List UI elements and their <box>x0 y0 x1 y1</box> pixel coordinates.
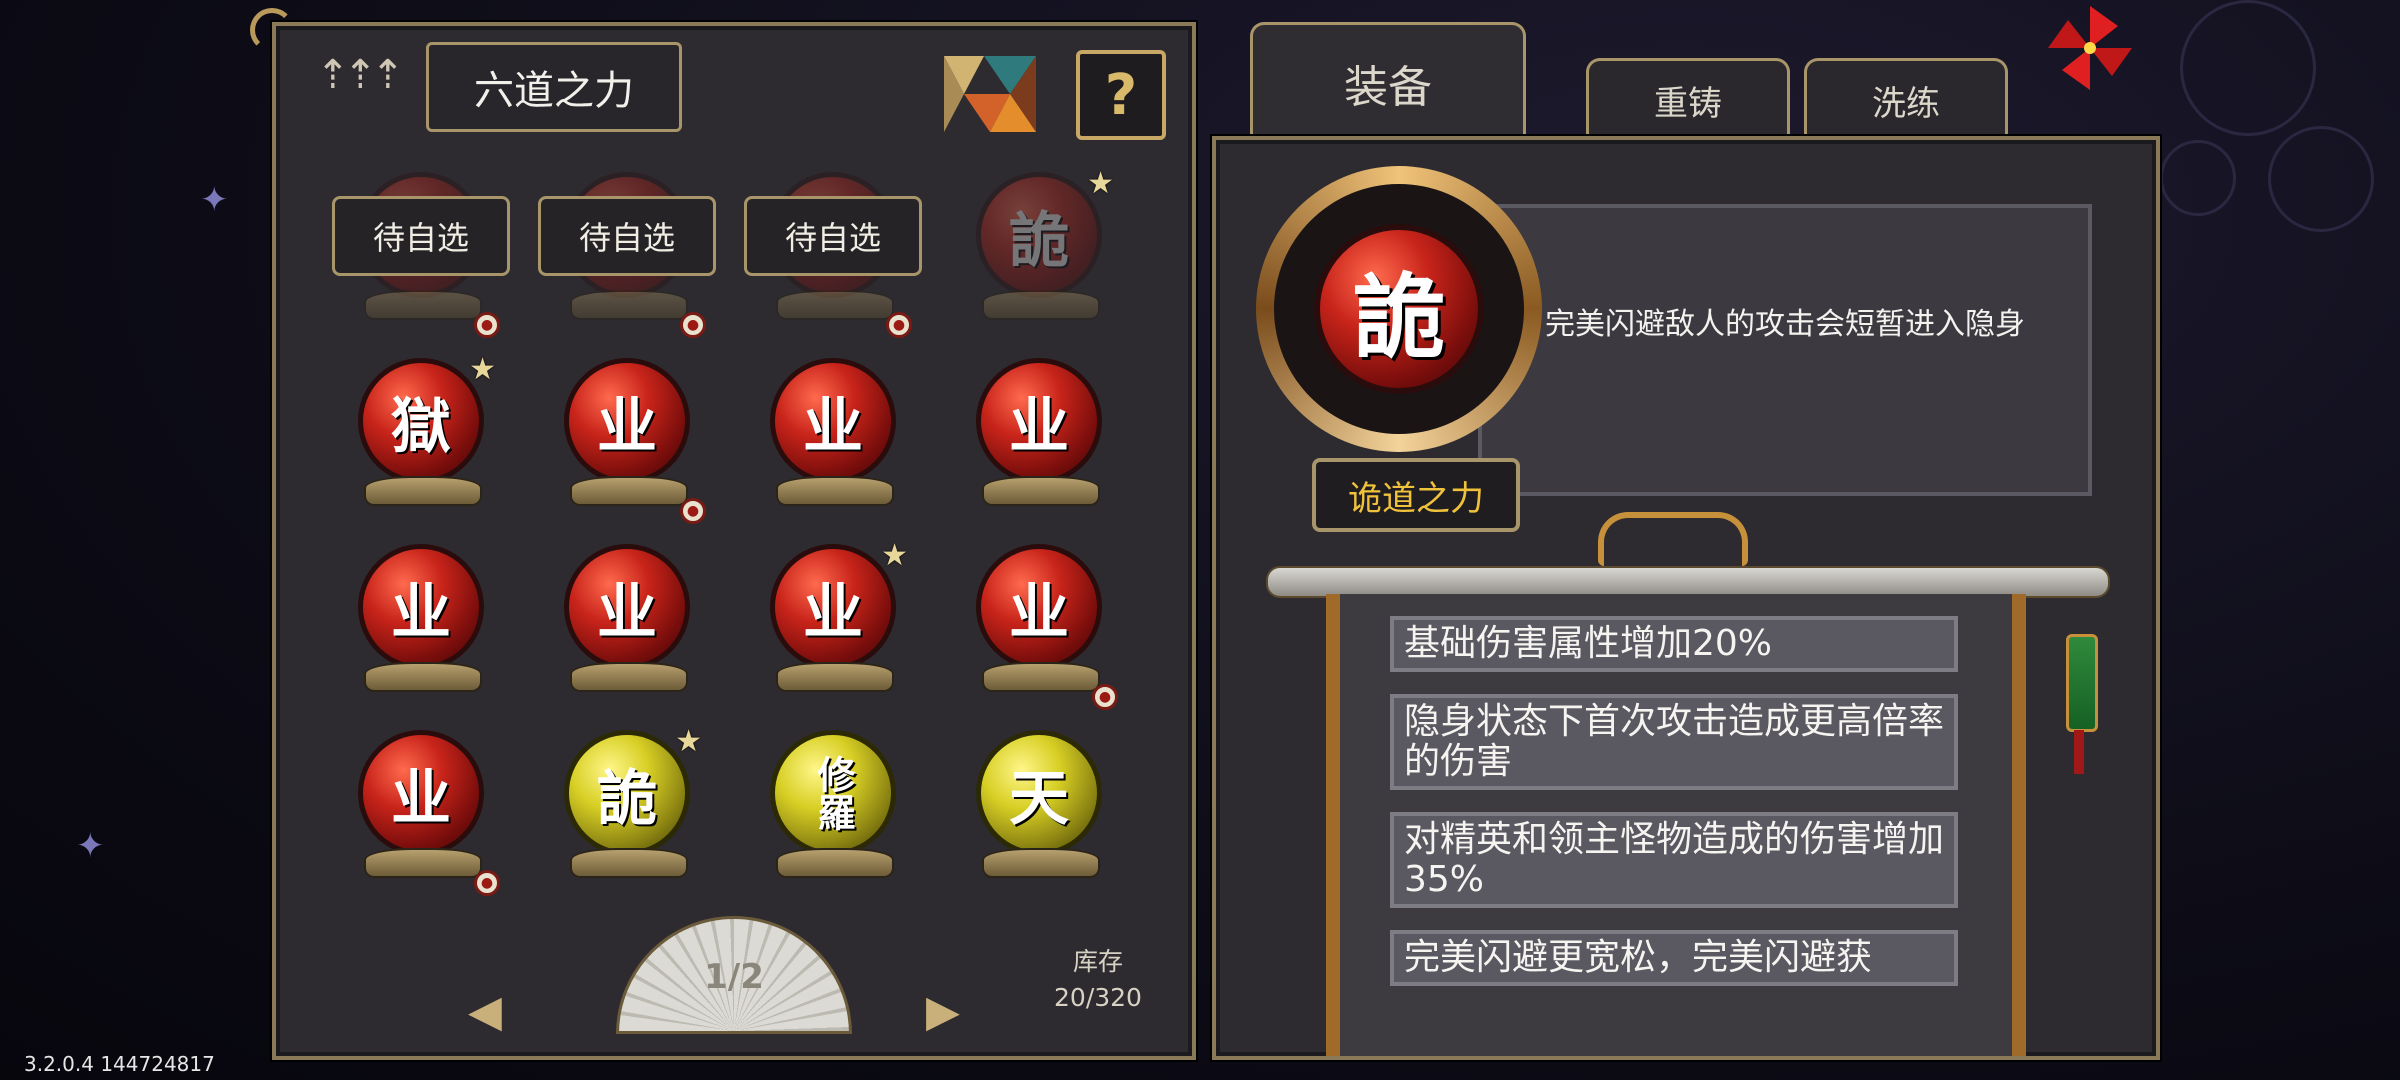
power-slot[interactable]: 待自选 ● <box>332 172 510 342</box>
power-slot[interactable]: 詭 ★ <box>954 166 1124 342</box>
stock-value: 20/320 <box>1054 983 1142 1012</box>
background-ring <box>2160 140 2236 216</box>
orb-stand <box>364 848 482 878</box>
selected-orb-glyph: 詭 <box>1314 224 1484 394</box>
attribute-scroll[interactable]: 基础伤害属性增加20% 隐身状态下首次攻击造成更高倍率的伤害 对精英和领主怪物造… <box>1326 594 2026 1056</box>
orb-glyph: 业 <box>358 730 484 856</box>
stock-label: 库存 <box>1072 947 1123 976</box>
background-ring <box>2180 0 2316 136</box>
orb-glyph: 业 <box>976 544 1102 670</box>
power-slot[interactable]: 业 <box>748 358 918 528</box>
ornament-corner <box>250 8 294 52</box>
orb-stand <box>982 662 1100 692</box>
orb-stand <box>364 290 482 320</box>
star-icon: ★ <box>469 352 496 387</box>
prev-page-arrow[interactable]: ◀ <box>468 986 502 1037</box>
jade-tassel <box>2066 634 2098 732</box>
orb-glyph: 詭 <box>976 172 1102 298</box>
six-paths-panel: ⇡⇡⇡ 六道之力 ? ◀ 1/2 ▶ 库存 20/320 待自选 ● 待自选 ● 待自选… <box>250 8 1196 1060</box>
tab-equip[interactable]: 装备 <box>1250 22 1526 141</box>
orb-glyph: 业 <box>770 358 896 484</box>
orb-stand <box>982 848 1100 878</box>
attribute-line: 基础伤害属性增加20% <box>1390 616 1958 672</box>
coin-icon: ● <box>474 312 500 338</box>
orb-glyph: 业 <box>564 358 690 484</box>
orb-stand <box>364 476 482 506</box>
power-slot[interactable]: 业 ● <box>542 358 712 528</box>
power-slot[interactable]: 业 ● <box>954 544 1124 714</box>
attribute-line: 完美闪避更宽松，完美闪避获 <box>1390 930 1958 986</box>
coin-icon: ● <box>680 498 706 524</box>
help-button[interactable]: ? <box>1076 50 1166 140</box>
background-star: ✦ <box>200 180 229 220</box>
power-slot[interactable]: 待自选 ● <box>538 172 716 342</box>
power-slot[interactable]: 业 <box>954 358 1124 528</box>
pinwheel-icon <box>2048 6 2132 90</box>
orb-stand <box>570 290 688 320</box>
background-ring <box>2268 126 2374 232</box>
orb-stand <box>570 662 688 692</box>
power-slot[interactable]: 业 ● <box>336 730 506 900</box>
orb-glyph: 獄 <box>358 358 484 484</box>
stock-counter: 库存 20/320 <box>1028 944 1168 1016</box>
orb-glyph: 天 <box>976 730 1102 856</box>
orb-stand <box>982 476 1100 506</box>
orb-glyph: 修羅 <box>770 730 896 856</box>
orb-stand <box>776 290 894 320</box>
orb-glyph: 业 <box>976 358 1102 484</box>
tab-recast[interactable]: 重铸 <box>1586 58 1790 139</box>
power-slot[interactable]: 业 ★ <box>748 538 918 714</box>
tassel-fringe <box>2074 730 2084 774</box>
tab-refine[interactable]: 洗练 <box>1804 58 2008 139</box>
attribute-line: 对精英和领主怪物造成的伤害增加35% <box>1390 812 1958 908</box>
orb-stand <box>776 848 894 878</box>
arrows-icon: ⇡⇡⇡ <box>316 52 405 98</box>
power-slot[interactable]: 业 <box>542 544 712 714</box>
power-slot[interactable]: 待自选 ● <box>744 172 922 342</box>
coin-icon: ● <box>474 870 500 896</box>
orb-stand <box>776 662 894 692</box>
orb-glyph: 业 <box>770 544 896 670</box>
power-slot[interactable]: 獄 ★ <box>336 352 506 528</box>
star-icon: ★ <box>1087 166 1114 201</box>
page-fan: 1/2 <box>616 916 852 1034</box>
star-icon: ★ <box>675 724 702 759</box>
orb-glyph: 詭 <box>564 730 690 856</box>
version-label: 3.2.0.4 144724817 <box>24 1052 215 1076</box>
selected-orb: 詭 <box>1274 184 1524 434</box>
orb-stand <box>364 662 482 692</box>
next-page-arrow[interactable]: ▶ <box>926 986 960 1037</box>
orb-glyph: 业 <box>358 544 484 670</box>
attribute-line: 隐身状态下首次攻击造成更高倍率的伤害 <box>1390 694 1958 790</box>
power-slot[interactable]: 天 <box>954 730 1124 900</box>
pending-select-button[interactable]: 待自选 <box>332 196 510 276</box>
coin-icon: ● <box>1092 684 1118 710</box>
orb-stand <box>570 476 688 506</box>
scroll-ornament <box>1598 512 1748 566</box>
panel-title: 六道之力 <box>426 42 682 132</box>
equip-detail-panel: 完美闪避敌人的攻击会短暂进入隐身 詭 诡道之力 基础伤害属性增加20% 隐身状态… <box>1212 136 2160 1060</box>
selected-orb-name: 诡道之力 <box>1312 458 1520 532</box>
orb-glyph: 业 <box>564 544 690 670</box>
background-star: ✦ <box>76 826 105 866</box>
tangram-icon[interactable] <box>944 56 1036 132</box>
power-slot[interactable]: 业 <box>336 544 506 714</box>
orb-stand <box>982 290 1100 320</box>
power-slot[interactable]: 修羅 <box>748 730 918 900</box>
orb-stand <box>570 848 688 878</box>
orb-stand <box>776 476 894 506</box>
pending-select-button[interactable]: 待自选 <box>538 196 716 276</box>
coin-icon: ● <box>680 312 706 338</box>
effect-description: 完美闪避敌人的攻击会短暂进入隐身 <box>1478 204 2092 496</box>
power-slot[interactable]: 詭 ★ <box>542 724 712 900</box>
pending-select-button[interactable]: 待自选 <box>744 196 922 276</box>
coin-icon: ● <box>886 312 912 338</box>
star-icon: ★ <box>881 538 908 573</box>
